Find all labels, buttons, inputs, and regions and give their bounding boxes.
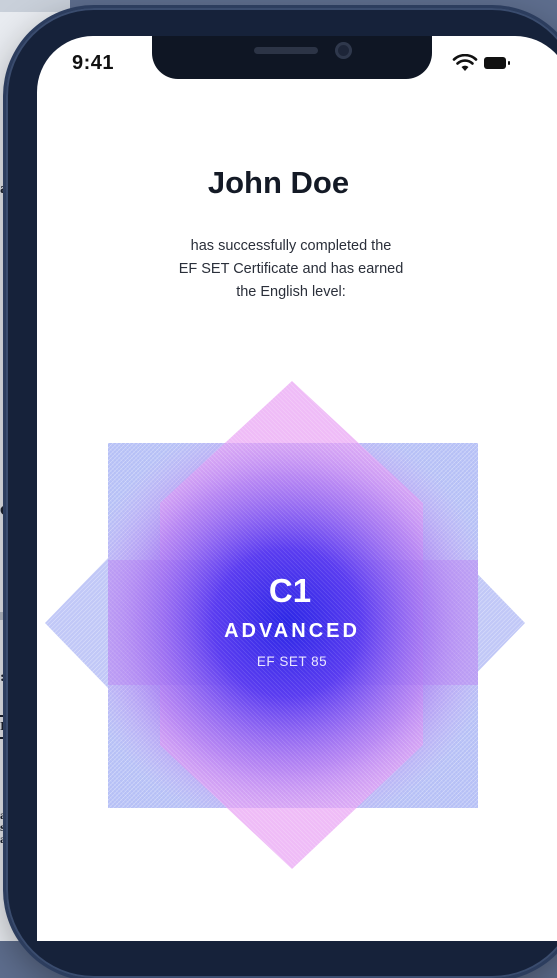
front-camera	[335, 42, 352, 59]
speaker-grille	[254, 47, 318, 54]
phone-notch	[152, 36, 432, 79]
battery-icon	[484, 57, 510, 69]
description-line: has successfully completed the	[190, 238, 392, 254]
level-name: ADVANCED	[224, 620, 360, 642]
status-bar-time: 9:41	[72, 52, 115, 74]
score-label: EF SET 85	[256, 654, 328, 669]
recipient-name: John Doe	[207, 165, 350, 200]
wifi-icon	[452, 54, 478, 71]
description-line: EF SET Certificate and has earned	[178, 261, 404, 277]
certificate-description: has successfully completed the EF SET Ce…	[141, 235, 441, 304]
document-header-band	[0, 0, 70, 12]
level-code: C1	[268, 572, 312, 609]
description-line: the English level:	[236, 284, 346, 300]
